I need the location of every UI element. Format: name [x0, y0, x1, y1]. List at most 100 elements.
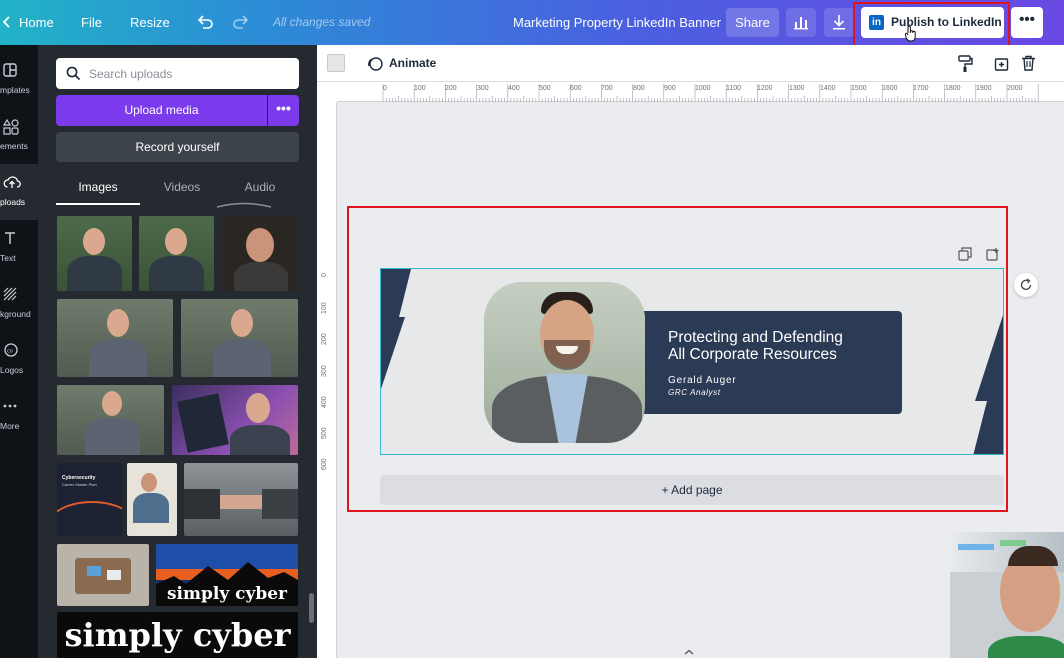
tab-videos[interactable]: Videos: [140, 172, 224, 202]
rail-logos[interactable]: co Logos: [0, 332, 38, 388]
ruler-label: 300: [477, 85, 489, 92]
panel-scrollbar[interactable]: [309, 593, 314, 623]
thumb-card-subtitle: Career Master Plan: [62, 482, 97, 487]
refresh-icon: [1020, 278, 1032, 290]
tab-images[interactable]: Images: [56, 172, 140, 202]
ruler-label: 400: [321, 396, 328, 408]
image-thumbnail[interactable]: [57, 216, 132, 291]
ruler-label: 300: [321, 365, 328, 377]
ruler-label: 1700: [913, 85, 929, 92]
ruler-label: 1500: [851, 85, 867, 92]
scroll-hint-icon: [216, 202, 272, 208]
ruler-label: 200: [445, 85, 457, 92]
ruler-label: 600: [570, 85, 582, 92]
horizontal-ruler: 0 100 200 300 400 500 600 700 800 900 10…: [337, 82, 1064, 102]
image-thumbnail[interactable]: [139, 216, 214, 291]
search-input[interactable]: [89, 64, 289, 83]
chevron-left-icon[interactable]: [2, 16, 10, 28]
rail-uploads[interactable]: ploads: [0, 164, 38, 220]
ruler-label: 500: [321, 427, 328, 439]
chevron-up-icon[interactable]: [681, 647, 697, 657]
ruler-label: 700: [601, 85, 613, 92]
redo-icon[interactable]: [232, 14, 250, 30]
search-box[interactable]: [56, 58, 299, 89]
rail-text[interactable]: Text: [0, 220, 38, 276]
ruler-label: 900: [664, 85, 676, 92]
rail-label: Logos: [0, 365, 24, 375]
rail-label: More: [0, 421, 20, 431]
image-thumbnail[interactable]: [57, 544, 149, 606]
image-thumbnail[interactable]: [57, 385, 164, 455]
ruler-label: 1400: [820, 85, 836, 92]
rotate-handle[interactable]: [1014, 273, 1038, 297]
animate-button[interactable]: Animate: [367, 45, 436, 82]
rail-label: ploads: [0, 197, 26, 207]
record-yourself-button[interactable]: Record yourself: [56, 132, 299, 162]
ruler-label: 0: [321, 273, 328, 277]
simply-cyber-logo-thumbnail[interactable]: simply cyber: [57, 612, 298, 658]
share-button[interactable]: Share: [726, 8, 779, 37]
ruler-label: 500: [539, 85, 551, 92]
image-thumbnail[interactable]: [57, 299, 173, 377]
rail-elements[interactable]: ements: [0, 108, 38, 164]
ruler-label: 2000: [1007, 85, 1023, 92]
design-highlight-box: [347, 206, 1008, 512]
download-button[interactable]: [824, 8, 854, 37]
uploads-panel: Upload media ••• Record yourself Images …: [38, 45, 317, 658]
trash-icon[interactable]: [1021, 55, 1036, 71]
document-title[interactable]: Marketing Property LinkedIn Banner: [513, 0, 721, 45]
search-icon: [66, 66, 81, 81]
upload-options-button[interactable]: •••: [268, 95, 299, 126]
image-thumbnail[interactable]: [184, 463, 298, 536]
more-icon: [3, 404, 17, 408]
rail-templates[interactable]: mplates: [0, 52, 38, 108]
ruler-label: 1600: [882, 85, 898, 92]
ruler-corner: [317, 82, 337, 102]
rail-label: mplates: [0, 85, 30, 95]
side-rail: mplates ements ploads Text kground co Lo…: [0, 45, 38, 658]
ruler-label: 1300: [789, 85, 805, 92]
image-thumbnail[interactable]: [127, 463, 177, 536]
templates-icon: [3, 63, 17, 77]
ruler-label: 1900: [976, 85, 992, 92]
tab-audio[interactable]: Audio: [218, 172, 302, 202]
svg-text:co: co: [7, 349, 13, 355]
elements-icon: [3, 119, 19, 135]
resize-menu[interactable]: Resize: [130, 0, 170, 45]
simply-cyber-logo-text: simply cyber: [64, 616, 291, 654]
image-thumbnail[interactable]: [222, 216, 298, 291]
ruler-label: 1100: [726, 85, 742, 92]
more-options-button[interactable]: •••: [1011, 7, 1043, 38]
ruler-label: 600: [321, 458, 328, 470]
ruler-label: 800: [633, 85, 645, 92]
canva-editor: Home File Resize All changes saved Marke…: [0, 0, 1064, 658]
animate-label: Animate: [389, 56, 437, 70]
ruler-label: 1200: [757, 85, 773, 92]
logos-icon: co: [4, 343, 18, 357]
undo-icon[interactable]: [196, 14, 214, 30]
ruler-label: 1000: [695, 85, 711, 92]
vertical-ruler: 0 100 200 300 400 500 600: [317, 102, 337, 658]
rail-label: ements: [0, 141, 28, 151]
thumb-card-title: Cybersecurity: [62, 475, 96, 481]
simply-cyber-thumbnail[interactable]: simply cyber: [156, 544, 298, 606]
rail-background[interactable]: kground: [0, 276, 38, 332]
ruler-label: 100: [321, 302, 328, 314]
upload-media-button[interactable]: Upload media: [56, 95, 267, 126]
background-color-swatch[interactable]: [327, 54, 345, 72]
rail-more[interactable]: More: [0, 388, 38, 444]
background-icon: [3, 287, 17, 301]
ruler-label: 200: [321, 333, 328, 345]
paint-roller-icon[interactable]: [957, 55, 973, 73]
editor-toolbar: Animate: [317, 45, 1064, 82]
home-menu[interactable]: Home: [19, 0, 54, 45]
insights-button[interactable]: [786, 8, 816, 37]
uploads-icon: [3, 176, 21, 188]
cybersecurity-thumbnail[interactable]: Cybersecurity Career Master Plan: [57, 463, 122, 536]
image-thumbnail[interactable]: [172, 385, 298, 455]
add-page-icon[interactable]: [994, 56, 1010, 72]
download-icon: [833, 15, 845, 30]
bar-chart-icon: [794, 17, 808, 30]
image-thumbnail[interactable]: [181, 299, 298, 377]
file-menu[interactable]: File: [81, 0, 102, 45]
